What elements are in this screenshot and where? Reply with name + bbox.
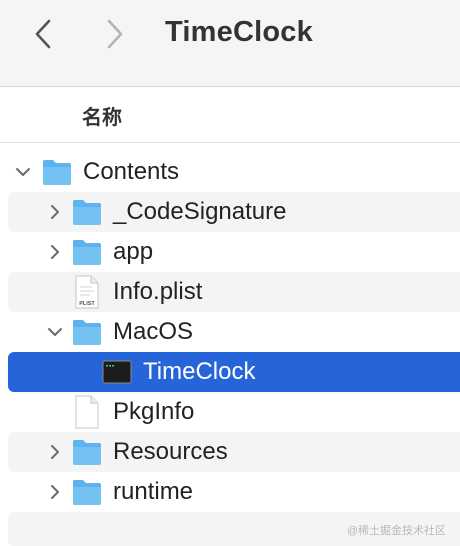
chevron-right-icon [107, 19, 123, 49]
folder-icon [42, 158, 72, 186]
list-item-macos[interactable]: MacOS [0, 312, 460, 352]
item-label: Contents [83, 158, 180, 185]
disclosure-collapsed-icon[interactable] [46, 203, 64, 221]
list-item-app[interactable]: app [0, 232, 460, 272]
list-item-contents[interactable]: Contents [0, 152, 460, 192]
divider [0, 142, 460, 143]
plist-file-icon: PLIST [74, 275, 100, 309]
item-label: PkgInfo [113, 398, 195, 425]
list-item-codesignature[interactable]: _CodeSignature [0, 192, 460, 232]
item-label: Info.plist [113, 278, 203, 305]
list-item-timeclock[interactable]: TimeClock [0, 352, 460, 392]
disclosure-collapsed-icon[interactable] [46, 443, 64, 461]
list-item-resources[interactable]: Resources [0, 432, 460, 472]
disclosure-expanded-icon[interactable] [46, 323, 64, 341]
list-item-runtime[interactable]: runtime [0, 472, 460, 512]
toolbar: TimeClock [0, 0, 460, 87]
disclosure-collapsed-icon[interactable] [46, 243, 64, 261]
folder-icon [72, 198, 102, 226]
item-label: _CodeSignature [113, 198, 287, 225]
item-label: Resources [113, 438, 228, 465]
plist-badge: PLIST [79, 301, 95, 307]
forward-button[interactable] [104, 18, 126, 50]
item-label: TimeClock [143, 358, 256, 385]
chevron-left-icon [35, 19, 51, 49]
folder-icon [72, 238, 102, 266]
item-label: MacOS [113, 318, 194, 345]
item-label: app [113, 238, 154, 265]
terminal-executable-icon [102, 360, 132, 384]
watermark: @稀土掘金技术社区 [346, 525, 446, 537]
disclosure-collapsed-icon[interactable] [46, 483, 64, 501]
column-header: 名称 [0, 87, 460, 142]
item-label: runtime [113, 478, 194, 505]
folder-icon [72, 438, 102, 466]
window-title: TimeClock [165, 16, 313, 48]
list-item-info-plist[interactable]: PLIST Info.plist [0, 272, 460, 312]
disclosure-expanded-icon[interactable] [14, 163, 32, 181]
list-item-pkginfo[interactable]: PkgInfo [0, 392, 460, 432]
back-button[interactable] [32, 18, 54, 50]
document-icon [74, 395, 100, 429]
folder-icon [72, 478, 102, 506]
column-header-name[interactable]: 名称 [82, 101, 122, 130]
file-list: Contents _CodeSignature app PLIST Info.p… [0, 152, 460, 512]
folder-icon [72, 318, 102, 346]
